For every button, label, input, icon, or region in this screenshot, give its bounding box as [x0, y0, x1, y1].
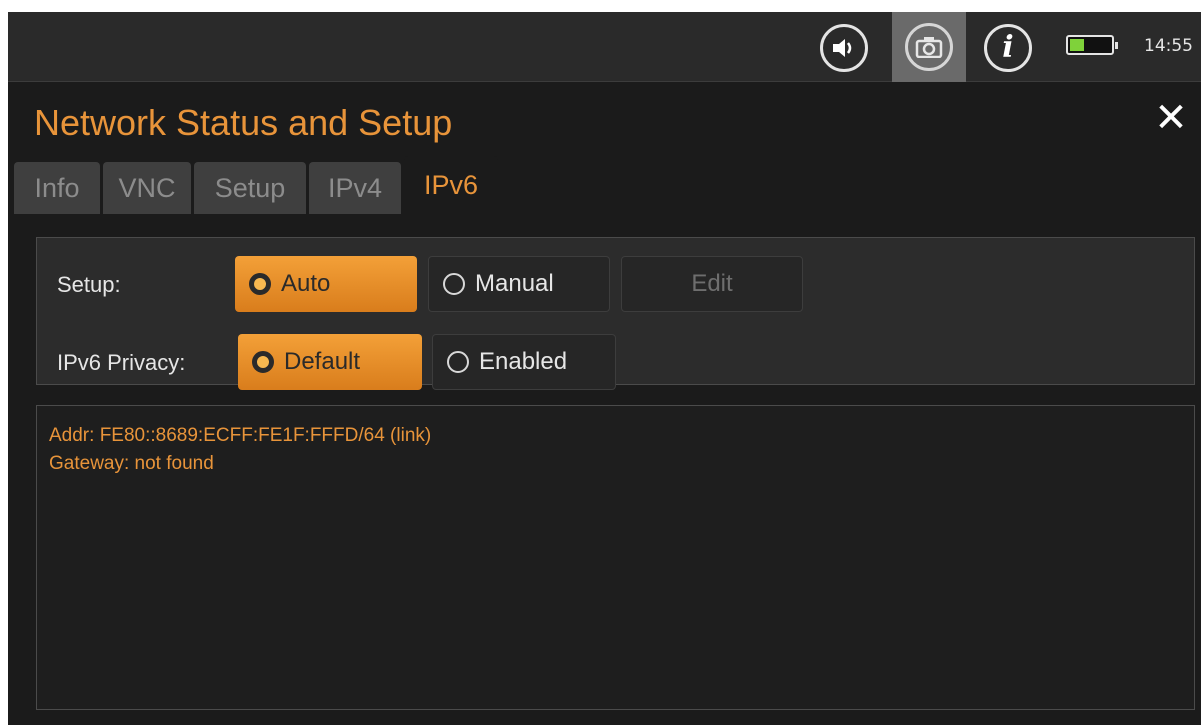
camera-icon[interactable] — [892, 12, 966, 82]
camera-glyph — [915, 37, 943, 58]
tab-label: VNC — [118, 172, 176, 203]
radio-selected-icon — [249, 273, 271, 295]
radio-unselected-icon — [443, 273, 465, 295]
tab-setup[interactable]: Setup — [194, 162, 306, 214]
battery-fill — [1070, 39, 1084, 51]
tab-label: Setup — [214, 172, 286, 203]
clock: 14:55 — [1144, 36, 1193, 56]
option-label: Auto — [281, 270, 331, 297]
setup-manual-option[interactable]: Manual — [428, 256, 610, 312]
tab-ipv4[interactable]: IPv4 — [309, 162, 401, 214]
info-button-ring: i — [984, 24, 1032, 72]
tab-label: Info — [34, 172, 80, 203]
setup-label: Setup: — [57, 272, 121, 297]
speaker-glyph — [833, 39, 852, 57]
speaker-icon[interactable] — [816, 20, 872, 76]
edit-button[interactable]: Edit — [621, 256, 803, 312]
option-label: Default — [284, 348, 361, 375]
gateway-line: Gateway: not found — [49, 453, 214, 474]
option-label: Enabled — [479, 348, 568, 375]
info-glyph: i — [1002, 30, 1014, 65]
tab-label: IPv6 — [423, 169, 479, 200]
device-screen: i 14:55 Network Status and Setup ✕ Info … — [8, 12, 1201, 725]
privacy-default-option[interactable]: Default — [238, 334, 422, 390]
status-bar: i 14:55 — [8, 12, 1201, 82]
page-title: Network Status and Setup — [34, 102, 453, 143]
status-output: Addr: FE80::8689:ECFF:FE1F:FFFD/64 (link… — [36, 405, 1195, 710]
close-icon[interactable]: ✕ — [1151, 98, 1191, 138]
tab-info[interactable]: Info — [14, 162, 100, 214]
setup-auto-option[interactable]: Auto — [235, 256, 417, 312]
tab-ipv6[interactable]: IPv6 — [404, 156, 498, 214]
battery-icon — [1066, 35, 1118, 55]
option-label: Manual — [475, 270, 554, 297]
radio-unselected-icon — [447, 351, 469, 373]
info-icon[interactable]: i — [980, 20, 1036, 76]
camera-button-ring — [905, 23, 953, 71]
setup-panel: Setup: Auto Manual Edit IPv6 Privacy: De… — [36, 237, 1195, 390]
tab-label: IPv4 — [327, 172, 383, 203]
speaker-button-ring — [820, 24, 868, 72]
tab-bar: Info VNC Setup IPv4 IPv6 — [14, 156, 501, 214]
privacy-enabled-option[interactable]: Enabled — [432, 334, 616, 390]
tab-vnc[interactable]: VNC — [103, 162, 191, 214]
ipv6-privacy-label: IPv6 Privacy: — [57, 350, 186, 375]
radio-selected-icon — [252, 351, 274, 373]
edit-button-label: Edit — [691, 270, 733, 297]
address-line: Addr: FE80::8689:ECFF:FE1F:FFFD/64 (link… — [49, 425, 432, 446]
